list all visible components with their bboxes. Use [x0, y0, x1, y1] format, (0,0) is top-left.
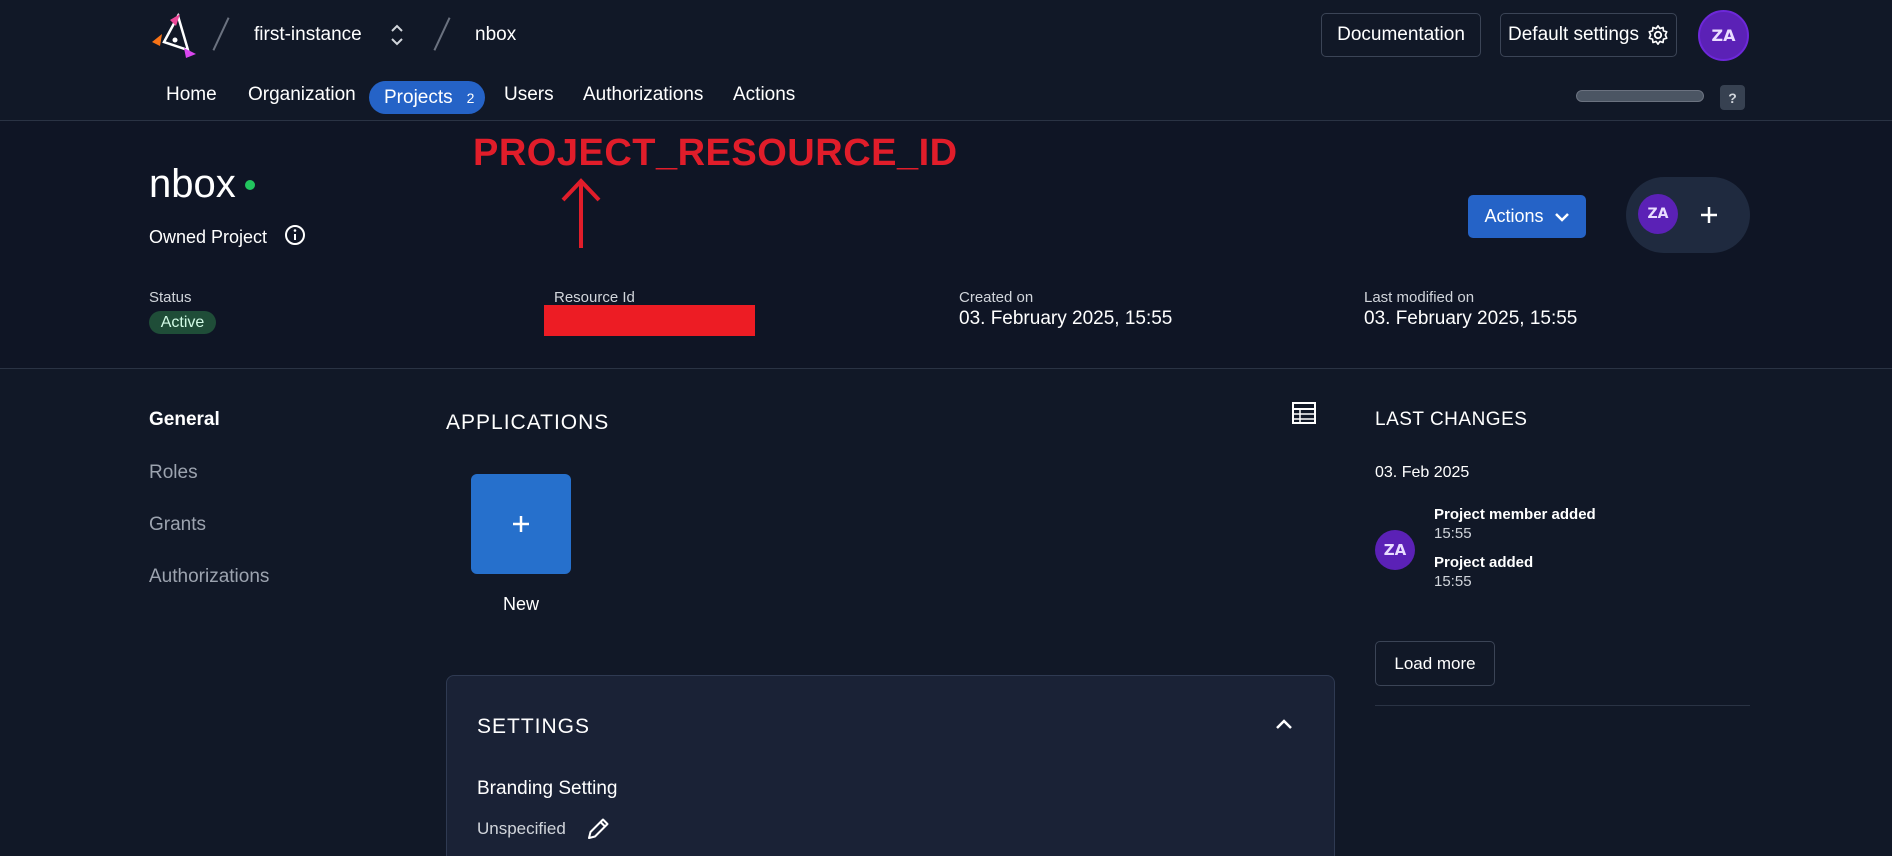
- change-entry-title: Project added: [1434, 554, 1534, 571]
- default-settings-label: Default settings: [1508, 24, 1639, 45]
- resource-id-label: Resource Id: [554, 289, 635, 306]
- created-label: Created on: [959, 289, 1034, 306]
- new-application-label: New: [502, 594, 539, 614]
- nav-projects-label: Projects: [384, 86, 453, 108]
- sidebar-item-roles[interactable]: Roles: [149, 462, 198, 484]
- members-group: ZA: [1626, 177, 1750, 253]
- status-label: Status: [149, 289, 192, 306]
- chevron-down-icon: [1554, 212, 1569, 222]
- change-entry-title: Project member added: [1434, 506, 1596, 523]
- switch-instance-icon[interactable]: [390, 22, 404, 48]
- member-avatar[interactable]: ZA: [1638, 194, 1678, 234]
- last-changes-title: LAST CHANGES: [1375, 409, 1528, 430]
- project-type: Owned Project: [149, 227, 268, 247]
- add-member-icon[interactable]: [1698, 204, 1720, 226]
- applications-title: APPLICATIONS: [446, 411, 610, 434]
- annotation-arrow-icon: [561, 178, 601, 248]
- actions-dropdown-button[interactable]: Actions: [1468, 195, 1586, 238]
- collapse-settings-icon[interactable]: [1274, 717, 1294, 731]
- changes-date: 03. Feb 2025: [1375, 464, 1470, 481]
- documentation-button[interactable]: Documentation: [1321, 13, 1481, 57]
- annotation-label: PROJECT_RESOURCE_ID: [473, 132, 958, 174]
- project-title: nbox: [149, 162, 236, 206]
- branding-setting-title: Branding Setting: [477, 778, 618, 799]
- load-more-button[interactable]: Load more: [1375, 641, 1495, 686]
- nav-projects[interactable]: Projects 2: [369, 81, 485, 114]
- branding-setting-value: Unspecified: [477, 819, 566, 838]
- changes-divider: [1375, 705, 1750, 706]
- nav-projects-count: 2: [466, 89, 475, 106]
- table-view-icon[interactable]: [1292, 402, 1316, 424]
- top-bar: first-instance nbox Documentation Defaul…: [0, 0, 1892, 121]
- modified-value: 03. February 2025, 15:55: [1364, 308, 1578, 329]
- nav-authorizations[interactable]: Authorizations: [583, 84, 703, 106]
- default-settings-button[interactable]: Default settings: [1500, 13, 1677, 57]
- status-dot: [245, 180, 255, 190]
- nav-actions[interactable]: Actions: [733, 84, 795, 106]
- change-entry-time: 15:55: [1434, 573, 1472, 590]
- breadcrumb-instance[interactable]: first-instance: [254, 24, 362, 46]
- resource-id-redacted: [544, 305, 755, 336]
- nav-home[interactable]: Home: [166, 84, 217, 106]
- sidebar-item-general[interactable]: General: [149, 409, 220, 431]
- breadcrumb-separator: [433, 17, 451, 51]
- info-icon[interactable]: [284, 224, 306, 246]
- gear-icon: [1648, 25, 1668, 45]
- sidebar-item-authorizations[interactable]: Authorizations: [149, 566, 269, 588]
- change-author-avatar: ZA: [1375, 530, 1415, 570]
- breadcrumb-separator: [212, 17, 230, 51]
- documentation-label: Documentation: [1337, 24, 1465, 45]
- modified-label: Last modified on: [1364, 289, 1475, 306]
- edit-pencil-icon[interactable]: [585, 816, 611, 842]
- sidebar-item-grants[interactable]: Grants: [149, 514, 206, 536]
- user-avatar[interactable]: ZA: [1698, 10, 1749, 61]
- settings-panel: [446, 675, 1335, 856]
- progress-bar: [1576, 90, 1704, 102]
- settings-title: SETTINGS: [477, 715, 591, 738]
- breadcrumb-project[interactable]: nbox: [475, 24, 516, 46]
- plus-icon: [513, 516, 529, 532]
- created-value: 03. February 2025, 15:55: [959, 308, 1173, 329]
- help-button[interactable]: ?: [1720, 85, 1745, 110]
- nav-organization[interactable]: Organization: [248, 84, 356, 106]
- status-badge: Active: [149, 311, 216, 334]
- load-more-label: Load more: [1394, 653, 1476, 673]
- nav-users[interactable]: Users: [504, 84, 554, 106]
- actions-label: Actions: [1484, 206, 1544, 226]
- zitadel-logo[interactable]: [150, 12, 200, 58]
- change-entry-time: 15:55: [1434, 525, 1472, 542]
- new-application-button[interactable]: [471, 474, 571, 574]
